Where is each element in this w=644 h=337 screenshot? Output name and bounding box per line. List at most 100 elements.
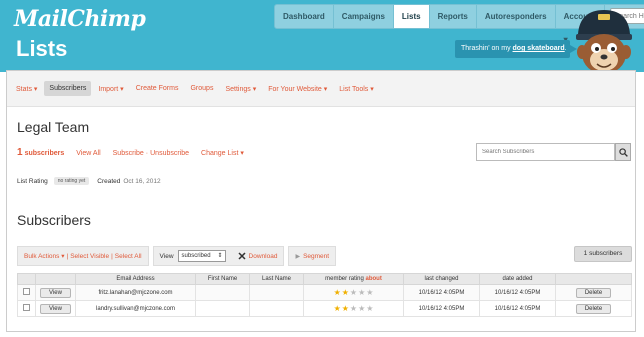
view-button[interactable]: View: [40, 287, 71, 298]
star-icon: ★: [366, 303, 374, 313]
last-name-cell: [249, 300, 304, 317]
row-checkbox-cell: [17, 284, 36, 301]
select-visible-link[interactable]: Select Visible: [70, 253, 109, 260]
bulk-actions-dropdown[interactable]: Bulk Actions ▾: [24, 252, 64, 260]
rating-badge: no rating yet: [53, 177, 90, 185]
subnav-subscribers[interactable]: Subscribers: [44, 81, 92, 96]
col-member-rating[interactable]: member rating about: [303, 273, 404, 285]
subscriber-search-input[interactable]: [476, 143, 615, 161]
row-delete-cell: Delete: [555, 300, 632, 317]
tab-campaigns[interactable]: Campaigns: [334, 5, 394, 28]
subscriber-search-button[interactable]: [615, 143, 631, 161]
subscribers-toolbar: Bulk Actions ▾ | Select Visible | Select…: [17, 246, 337, 266]
view-all-link[interactable]: View All: [76, 150, 100, 157]
col-first-name[interactable]: First Name: [195, 273, 250, 285]
subnav-list-tools[interactable]: List Tools ▾: [334, 81, 379, 97]
link-separator: ·: [145, 150, 149, 157]
created-date: Oct 16, 2012: [123, 177, 161, 185]
change-list-dropdown[interactable]: Change List ▾: [201, 149, 244, 157]
subnav-import[interactable]: Import ▾: [93, 81, 128, 97]
star-icon: ★: [341, 303, 349, 313]
select-all-link[interactable]: Select All: [115, 253, 142, 260]
view-button[interactable]: View: [40, 303, 71, 314]
unsubscribe-link[interactable]: Unsubscribe: [150, 150, 189, 157]
segment-link[interactable]: Segment: [303, 253, 329, 260]
star-icon: ★: [349, 287, 358, 297]
page-title: Lists: [16, 36, 68, 61]
col-date-added[interactable]: date added: [479, 273, 556, 285]
download-link[interactable]: Download: [249, 253, 278, 260]
tab-autoresponders[interactable]: Autoresponders: [477, 5, 556, 28]
row-delete-cell: Delete: [555, 284, 632, 301]
subscribers-heading: Subscribers: [17, 212, 91, 228]
excel-icon: [238, 252, 246, 260]
col-last-name[interactable]: Last Name: [249, 273, 304, 285]
delete-button[interactable]: Delete: [575, 303, 612, 314]
subnav-settings[interactable]: Settings ▾: [220, 81, 261, 97]
date-added-cell: 10/16/12 4:05PM: [479, 300, 556, 317]
tab-dashboard[interactable]: Dashboard: [275, 5, 334, 28]
col-actions: [555, 273, 632, 285]
subscribers-table: Email Address First Name Last Name membe…: [17, 273, 632, 317]
list-name-heading: Legal Team: [17, 119, 90, 135]
row-view-cell: View: [35, 284, 76, 301]
last-changed-cell: 10/16/12 4:05PM: [403, 300, 480, 317]
row-checkbox-cell: [17, 300, 36, 317]
subscribe-link[interactable]: Subscribe: [113, 150, 144, 157]
tab-lists[interactable]: Lists: [393, 5, 430, 28]
row-checkbox[interactable]: [23, 304, 30, 311]
view-label: View: [159, 252, 174, 260]
star-icon: ★: [366, 287, 374, 297]
subnav-groups[interactable]: Groups: [185, 81, 218, 96]
star-icon: ★: [349, 303, 358, 313]
rating-cell: ★ ★ ★ ★ ★: [303, 300, 404, 317]
promo-link[interactable]: dog skateboard: [513, 45, 565, 52]
table-row: View landry.sullivan@mjczone.com ★ ★ ★ ★ ★ 1…: [17, 300, 632, 317]
star-icon: ★: [333, 303, 341, 313]
view-select[interactable]: subscribed: [177, 250, 226, 262]
about-link[interactable]: about: [366, 276, 382, 282]
star-icon: ★: [358, 303, 366, 313]
freddie-mascot-icon: [576, 10, 632, 74]
subnav-create-forms[interactable]: Create Forms: [131, 81, 184, 96]
list-subnav: Stats ▾ Subscribers Import ▾ Create Form…: [7, 71, 635, 107]
subnav-stats[interactable]: Stats ▾: [11, 81, 42, 97]
row-checkbox[interactable]: [23, 288, 30, 295]
table-row: View fritz.lanahan@mjczone.com ★ ★ ★ ★ ★ 10/…: [17, 284, 632, 301]
toolbar-divider: |: [66, 252, 69, 260]
star-icon: ★: [333, 287, 341, 297]
star-icon: ★: [358, 287, 366, 297]
member-rating-stars: ★ ★ ★ ★ ★: [333, 303, 374, 313]
last-changed-cell: 10/16/12 4:05PM: [403, 284, 480, 301]
member-rating-stars: ★ ★ ★ ★ ★: [333, 287, 374, 297]
col-checkbox: [17, 273, 36, 285]
promo-end: .: [564, 45, 567, 52]
promo-speech-bubble: Thrashin' on my dog skateboard.: [455, 40, 577, 58]
subnav-for-your-website[interactable]: For Your Website ▾: [263, 81, 332, 97]
subscriber-count[interactable]: 1 subscribers: [17, 147, 64, 158]
col-last-changed[interactable]: last changed: [403, 273, 480, 285]
mailchimp-logo[interactable]: MailChimp: [14, 6, 146, 32]
tab-reports[interactable]: Reports: [430, 5, 477, 28]
col-view: [35, 273, 76, 285]
star-icon: ★: [341, 287, 349, 297]
subscriber-count-badge: 1 subscribers: [574, 246, 632, 262]
row-view-cell: View: [35, 300, 76, 317]
delete-button[interactable]: Delete: [575, 287, 612, 298]
list-stats-row: 1 subscribers View All Subscribe · Unsubs…: [17, 147, 244, 158]
list-rating-label: List Rating: [17, 177, 48, 185]
col-email[interactable]: Email Address: [75, 273, 196, 285]
member-rating-label: member rating: [325, 276, 364, 282]
bulk-actions-box: Bulk Actions ▾ | Select Visible | Select…: [17, 246, 149, 266]
email-cell[interactable]: fritz.lanahan@mjczone.com: [75, 284, 196, 301]
rating-cell: ★ ★ ★ ★ ★: [303, 284, 404, 301]
segment-box[interactable]: ▶ Segment: [288, 246, 337, 266]
view-download-box: View subscribed Download: [152, 246, 285, 266]
toolbar-divider: |: [111, 252, 113, 260]
list-rating-row: List Rating no rating yet Created Oct 16…: [17, 177, 161, 185]
first-name-cell: [195, 300, 250, 317]
first-name-cell: [195, 284, 250, 301]
promo-text: Thrashin' on my: [461, 45, 511, 52]
date-added-cell: 10/16/12 4:05PM: [479, 284, 556, 301]
email-cell[interactable]: landry.sullivan@mjczone.com: [75, 300, 196, 317]
